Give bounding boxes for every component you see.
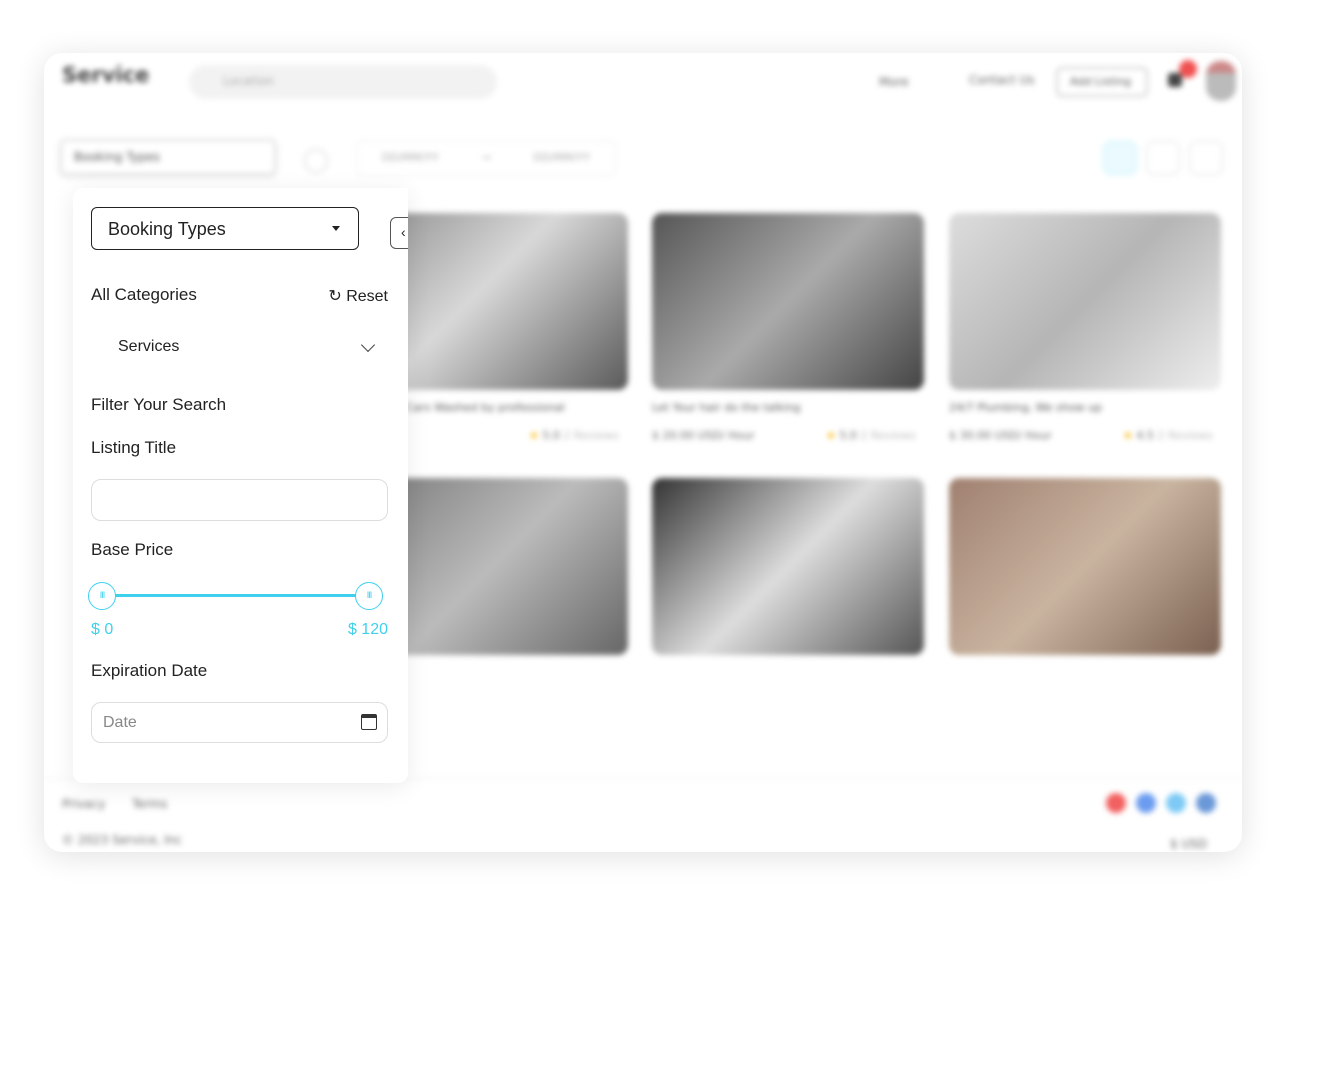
date-input[interactable]: Date <box>91 702 388 743</box>
chevron-left-icon: ‹ <box>401 224 406 240</box>
avatar[interactable] <box>1206 61 1236 101</box>
card-image[interactable] <box>949 213 1221 390</box>
card-image[interactable] <box>652 478 924 655</box>
price-slider-track[interactable] <box>101 594 371 597</box>
footer-privacy[interactable]: Privacy <box>62 797 105 811</box>
reviews: 2 Reviews <box>860 429 916 442</box>
price-min: $ 0 <box>91 621 114 638</box>
map-view-button[interactable] <box>1189 141 1223 175</box>
prev-button[interactable] <box>304 149 328 173</box>
reviews: 2 Reviews <box>563 429 619 442</box>
caret-down-icon <box>332 226 340 231</box>
nav-contact[interactable]: Contact Us <box>969 73 1035 87</box>
linkedin-icon[interactable] <box>1196 793 1216 813</box>
notification-badge <box>1179 60 1197 78</box>
card-title[interactable]: 24/7 Plumbing, We show up <box>949 401 1102 414</box>
rating: 5.0 <box>542 429 560 442</box>
price-max: $ 120 <box>347 621 388 638</box>
filter-heading: Filter Your Search <box>91 395 227 414</box>
card-price: $ 30.00 USD/ Hour <box>949 429 1052 442</box>
calendar-icon[interactable] <box>361 714 377 730</box>
star-icon: ★ <box>1123 429 1133 442</box>
refresh-icon: ↻ <box>328 288 342 305</box>
arrow-icon: → <box>481 151 491 164</box>
add-listing-button[interactable]: Add Listing <box>1056 67 1148 97</box>
price-min-handle[interactable]: III <box>88 582 116 610</box>
reset-button[interactable]: ↻ Reset <box>328 286 388 306</box>
nav-more[interactable]: More <box>879 75 909 89</box>
star-icon: ★ <box>529 429 539 442</box>
notification-icon[interactable] <box>1168 73 1182 87</box>
booking-types-select-bg[interactable]: Booking Types <box>60 139 276 175</box>
grid-view-button[interactable] <box>1103 141 1137 175</box>
card-price: $ 20.00 USD/ Hour <box>652 429 755 442</box>
card-image[interactable] <box>652 213 924 390</box>
star-icon: ★ <box>826 429 836 442</box>
rating: 4.5 <box>1136 429 1154 442</box>
category-services[interactable]: Services <box>118 338 179 356</box>
rating: 5.0 <box>839 429 857 442</box>
date-range[interactable]: DD/MM/YY → DD/MM/YY <box>356 140 616 176</box>
price-max-handle[interactable]: III <box>355 582 383 610</box>
footer-terms[interactable]: Terms <box>132 797 167 811</box>
base-price-label: Base Price <box>91 540 174 559</box>
list-view-button[interactable] <box>1146 141 1180 175</box>
location-search[interactable]: Location <box>189 65 497 99</box>
filter-panel: Booking Types ‹ All Categories ↻ Reset S… <box>73 188 408 783</box>
listing-title-label: Listing Title <box>91 438 177 457</box>
facebook-icon[interactable] <box>1136 793 1156 813</box>
date-from: DD/MM/YY <box>382 151 439 164</box>
reviews: 2 Reviews <box>1157 429 1213 442</box>
card-image[interactable] <box>949 478 1221 655</box>
collapse-panel-button[interactable]: ‹ <box>390 217 408 249</box>
all-categories-heading: All Categories <box>91 285 197 304</box>
copyright: © 2023 Service, Inc <box>62 833 182 847</box>
listing-title-input[interactable] <box>91 479 388 521</box>
reset-label: Reset <box>346 288 388 305</box>
currency-select[interactable]: $ USD <box>1170 837 1207 851</box>
expiration-date-label: Expiration Date <box>91 661 208 680</box>
card-title[interactable]: Cars Washed by professional <box>406 401 565 414</box>
chevron-down-icon[interactable] <box>360 337 376 353</box>
booking-types-select[interactable]: Booking Types <box>91 207 359 250</box>
date-placeholder: Date <box>103 714 137 731</box>
logo: Service <box>62 63 150 87</box>
youtube-icon[interactable] <box>1106 793 1126 813</box>
booking-types-label: Booking Types <box>108 219 226 239</box>
card-title[interactable]: Let Your hair do the talking <box>652 401 801 414</box>
twitter-icon[interactable] <box>1166 793 1186 813</box>
date-to: DD/MM/YY <box>533 151 590 164</box>
